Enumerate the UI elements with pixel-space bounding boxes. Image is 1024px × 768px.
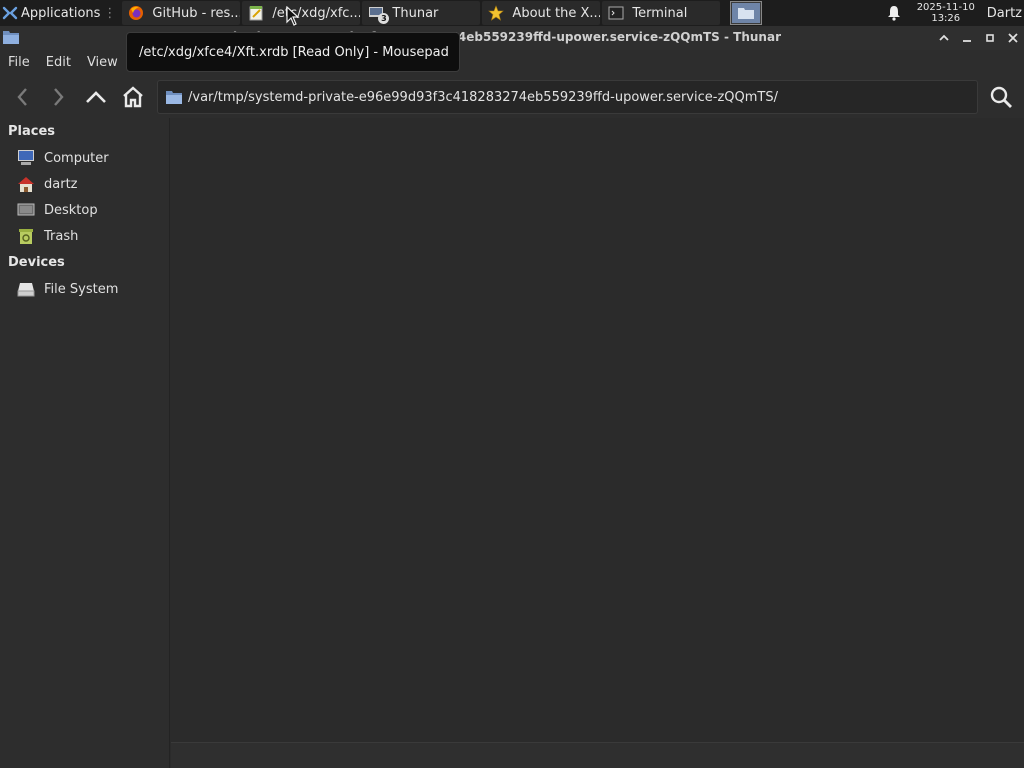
places-header: Places (8, 124, 56, 139)
close-button[interactable] (1004, 29, 1022, 47)
xfce-logo-icon (2, 6, 18, 20)
chevron-up-icon (939, 34, 949, 41)
maximize-icon (986, 34, 994, 42)
minimize-icon (963, 40, 971, 42)
chevron-left-icon (17, 88, 27, 106)
clock-time: 13:26 (931, 13, 961, 24)
chevron-up-icon (86, 91, 106, 103)
top-panel: Applications ⋮ GitHub - res... /etc/xdg/… (0, 0, 1024, 26)
sidebar-item-label: Trash (44, 228, 79, 244)
clock[interactable]: 2025-11-10 13:26 (913, 2, 979, 24)
computer-icon (18, 150, 34, 165)
drive-icon (17, 283, 35, 297)
trash-icon (19, 229, 33, 244)
menu-grip-icon: ⋮ (103, 5, 117, 21)
menu-view[interactable]: View (79, 50, 126, 76)
window-count-badge: 3 (378, 13, 390, 24)
home-folder-icon (18, 177, 34, 192)
task-label: GitHub - res... (152, 5, 241, 21)
task-about-xfce[interactable]: About the X... (482, 1, 601, 25)
maximize-button[interactable] (981, 29, 999, 47)
desktop-icon (17, 203, 35, 216)
sidebar-item-home[interactable]: dartz (16, 172, 166, 196)
task-mousepad[interactable]: /etc/xdg/xfc... (242, 1, 361, 25)
parent-folder-button[interactable] (81, 82, 111, 112)
forward-button[interactable] (43, 82, 73, 112)
close-icon (1008, 33, 1018, 43)
firefox-icon (128, 5, 144, 21)
sidebar-item-trash[interactable]: Trash (16, 224, 166, 248)
sidebar-item-label: Desktop (44, 202, 98, 218)
home-icon (123, 86, 143, 108)
sidebar-item-label: File System (44, 281, 119, 297)
folder-icon (3, 31, 19, 44)
task-label: Terminal (632, 5, 688, 21)
terminal-icon (608, 5, 624, 21)
folder-icon (738, 8, 755, 19)
text-editor-icon (248, 5, 264, 21)
task-label: Thunar (392, 5, 439, 21)
task-tooltip: /etc/xdg/xfce4/Xft.xrdb [Read Only] - Mo… (126, 32, 460, 72)
sidebar-item-label: dartz (44, 176, 78, 192)
menu-file[interactable]: File (0, 50, 38, 76)
applications-menu-button[interactable]: Applications ⋮ (0, 0, 120, 26)
status-bar (171, 742, 1024, 768)
sidebar-item-desktop[interactable]: Desktop (16, 198, 166, 222)
shade-button[interactable] (935, 29, 953, 47)
side-pane: Places Computer dartz Desktop Trash Devi… (0, 118, 170, 768)
file-view[interactable] (171, 118, 1024, 742)
sidebar-item-filesystem[interactable]: File System (16, 277, 166, 301)
task-github[interactable]: GitHub - res... (122, 1, 241, 25)
workspace-switcher[interactable] (730, 1, 763, 25)
search-icon (990, 86, 1012, 108)
toolbar: /var/tmp/systemd-private-e96e99d93f3c418… (0, 76, 1024, 118)
star-icon (488, 5, 505, 21)
back-button[interactable] (8, 82, 38, 112)
task-terminal[interactable]: Terminal (602, 1, 721, 25)
mouse-cursor-icon (286, 6, 300, 26)
folder-icon (166, 91, 182, 104)
sidebar-item-computer[interactable]: Computer (16, 146, 166, 170)
applications-label: Applications (21, 5, 101, 21)
chevron-right-icon (54, 88, 64, 106)
location-path: /var/tmp/systemd-private-e96e99d93f3c418… (188, 89, 778, 105)
minimize-button[interactable] (958, 29, 976, 47)
notification-bell-icon[interactable] (881, 0, 907, 26)
location-bar[interactable]: /var/tmp/systemd-private-e96e99d93f3c418… (157, 80, 978, 114)
devices-header: Devices (8, 255, 65, 270)
sidebar-item-label: Computer (44, 150, 109, 166)
menu-edit[interactable]: Edit (38, 50, 79, 76)
search-button[interactable] (986, 82, 1016, 112)
clock-date: 2025-11-10 (916, 2, 975, 13)
home-button[interactable] (118, 82, 148, 112)
task-thunar[interactable]: 3 Thunar (362, 1, 481, 25)
workspace-1[interactable] (732, 3, 761, 23)
user-menu[interactable]: Dartz (979, 6, 1024, 21)
task-label: About the X... (512, 5, 601, 21)
